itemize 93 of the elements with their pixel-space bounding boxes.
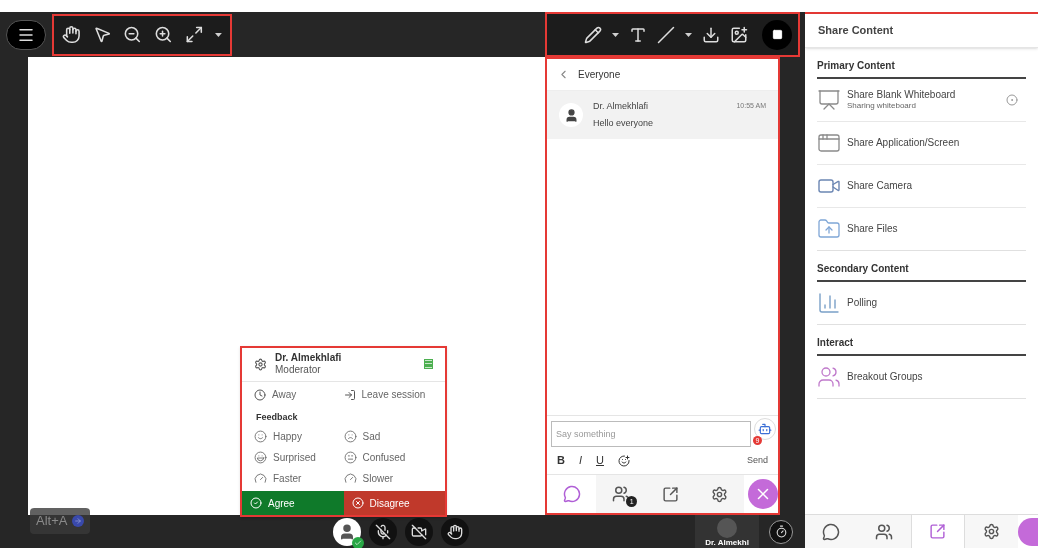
smile-icon — [254, 430, 267, 443]
stop-button[interactable] — [762, 19, 792, 50]
message-text: Hello everyone — [593, 117, 655, 130]
share-option[interactable]: Share Files — [817, 208, 1026, 251]
timer-icon — [774, 525, 788, 538]
chat-icon — [822, 522, 841, 541]
text-tool-icon[interactable] — [629, 25, 647, 44]
user-role: Moderator — [275, 364, 322, 377]
whiteboard-icon — [817, 88, 841, 112]
hand-icon — [447, 523, 463, 540]
muted-microphone-icon — [375, 523, 391, 540]
pointer-icon[interactable] — [92, 25, 112, 44]
check-badge — [352, 536, 364, 548]
user-icon — [338, 522, 356, 541]
folder-upload-icon — [817, 217, 841, 241]
section-heading: Secondary Content — [817, 261, 1026, 282]
share-option[interactable]: Breakout Groups — [817, 356, 1026, 399]
chat-icon — [562, 485, 581, 503]
section-heading: Primary Content — [817, 58, 1026, 79]
assistant-icon[interactable] — [754, 418, 776, 440]
window-icon — [817, 131, 841, 155]
panel-tab[interactable] — [805, 515, 858, 548]
message-author: Dr. Almekhlafi — [593, 99, 649, 113]
panel-title: Share Content — [805, 14, 1038, 48]
caret-icon[interactable] — [685, 32, 692, 37]
share-option[interactable]: Polling — [817, 282, 1026, 325]
frown-icon — [343, 430, 357, 443]
message-input[interactable]: Say something — [551, 421, 751, 447]
share-option[interactable]: Share Blank Whiteboard Sharing whiteboard — [817, 79, 1026, 122]
fit-icon[interactable] — [184, 25, 204, 44]
raise-hand-button[interactable] — [441, 517, 469, 546]
shortcut-text: Alt+A — [36, 512, 68, 531]
list-icon — [424, 359, 433, 369]
feedback-option[interactable]: Slower — [343, 468, 433, 489]
chat-title: Everyone — [578, 68, 621, 82]
settings-icon — [254, 357, 267, 371]
people-icon — [611, 485, 630, 503]
gauge-icon — [254, 472, 267, 485]
format-button[interactable]: U — [596, 452, 604, 469]
caret-icon[interactable] — [612, 32, 619, 37]
microphone-button[interactable] — [369, 517, 397, 546]
camera-off-icon — [411, 523, 427, 540]
participant-name: Dr. Almekhl — [705, 538, 749, 548]
agree-button[interactable]: Agree — [242, 491, 344, 515]
menu-button[interactable] — [6, 19, 46, 50]
section-heading: Feedback — [255, 410, 299, 424]
share-icon — [929, 523, 947, 540]
people-icon — [817, 365, 841, 389]
video-thumbnail[interactable]: Dr. Almekhl — [695, 515, 759, 548]
format-button[interactable]: I — [578, 452, 582, 469]
share-option[interactable]: Share Application/Screen — [817, 122, 1026, 165]
section-heading: Interact — [817, 335, 1026, 356]
away-option[interactable]: Away — [254, 387, 344, 402]
check-icon — [250, 497, 262, 509]
door-icon — [343, 388, 356, 401]
feedback-option[interactable]: Happy — [254, 426, 344, 447]
gauge-icon — [343, 472, 357, 485]
caret-icon[interactable] — [215, 32, 222, 37]
line-icon[interactable] — [657, 25, 675, 44]
share-icon — [661, 485, 679, 503]
stop-icon — [771, 29, 783, 40]
zoom-out-icon[interactable] — [123, 25, 142, 44]
people-icon — [875, 522, 894, 541]
pencil-icon[interactable] — [584, 25, 602, 44]
bar-chart-icon — [817, 291, 841, 315]
clock-icon — [254, 388, 266, 401]
format-button[interactable]: B — [557, 452, 565, 469]
feedback-option[interactable]: Faster — [254, 468, 344, 489]
send-button[interactable]: Send — [746, 453, 768, 468]
share-option[interactable]: Share Camera — [817, 165, 1026, 208]
avatar-icon — [559, 103, 583, 127]
cross-icon — [351, 497, 364, 509]
zoom-in-icon[interactable] — [153, 25, 173, 44]
panel-tab[interactable] — [965, 515, 1018, 548]
feedback-option[interactable]: Confused — [343, 447, 433, 468]
surprised-face-icon — [254, 451, 267, 464]
panel-tab[interactable] — [694, 475, 744, 513]
hand-icon[interactable] — [62, 25, 81, 44]
emoji-icon[interactable] — [617, 454, 630, 467]
image-icon[interactable] — [730, 25, 748, 44]
camera-button[interactable] — [405, 517, 433, 546]
confused-face-icon — [343, 451, 357, 464]
settings-icon — [710, 485, 728, 503]
download-icon[interactable] — [702, 25, 720, 44]
user-name: Dr. Almekhlafi — [275, 351, 342, 364]
panel-tab[interactable] — [857, 515, 911, 548]
timer-button[interactable] — [769, 519, 793, 544]
disagree-button[interactable]: Disagree — [343, 491, 445, 515]
avatar-button[interactable] — [333, 517, 361, 546]
leave-session-option[interactable]: Leave session — [343, 387, 433, 402]
settings-icon — [983, 523, 1001, 540]
feedback-option[interactable]: Surprised — [254, 447, 344, 468]
feedback-option[interactable]: Sad — [343, 426, 433, 447]
